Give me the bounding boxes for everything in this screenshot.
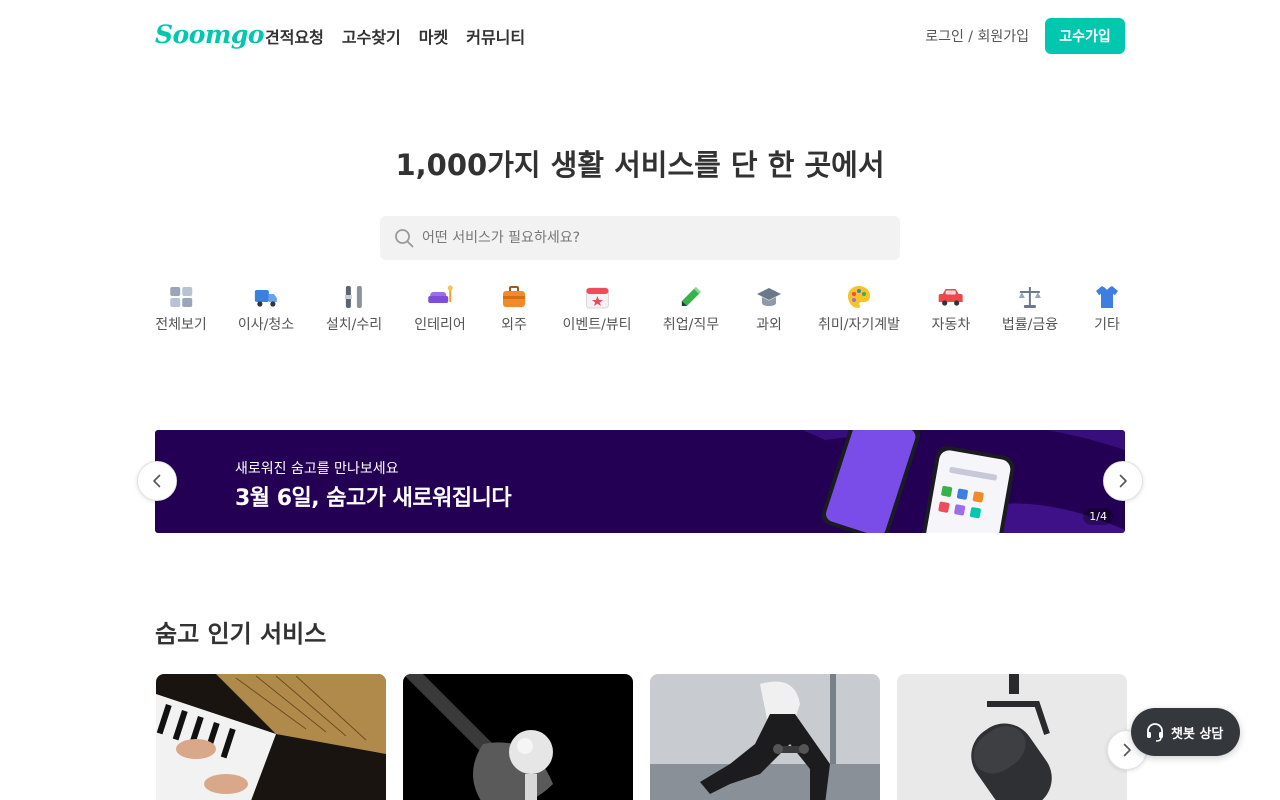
banner-next-button[interactable]: [1103, 461, 1143, 501]
service-card-piano[interactable]: [156, 674, 386, 800]
palette-icon: [848, 286, 870, 308]
chevron-left-icon: [153, 474, 161, 488]
banner-prev-button[interactable]: [137, 461, 177, 501]
category-tutoring[interactable]: 과외: [756, 284, 782, 340]
service-card-golf[interactable]: [403, 674, 633, 800]
golf-photo: [403, 674, 633, 800]
category-label: 전체보기: [155, 317, 207, 333]
briefcase-icon: [503, 286, 525, 307]
chevron-right-icon: [1123, 743, 1131, 757]
category-interior[interactable]: 인테리어: [414, 284, 466, 340]
category-label: 과외: [756, 317, 782, 333]
main-nav: 견적요청 고수찾기 마켓 커뮤니티: [265, 24, 525, 48]
category-label: 이사/청소: [237, 317, 295, 333]
category-etc[interactable]: 기타: [1094, 284, 1120, 340]
promo-banner[interactable]: 새로워진 숨고를 만나보세요 3월 6일, 숨고가 새로워집니다 1/4: [155, 430, 1125, 533]
nav-request-quote[interactable]: 견적요청: [265, 24, 324, 48]
microphone-photo: [897, 674, 1127, 800]
nav-community[interactable]: 커뮤니티: [466, 24, 525, 48]
category-label: 외주: [501, 317, 527, 333]
search-icon: [395, 229, 414, 248]
category-label: 법률/금융: [1001, 317, 1059, 333]
piano-photo: [156, 674, 386, 800]
category-label: 취미/자기계발: [818, 317, 900, 333]
category-label: 기타: [1094, 317, 1120, 333]
pencil-icon: [682, 287, 701, 306]
search-bar[interactable]: [380, 216, 900, 260]
category-hobby[interactable]: 취미/자기계발: [818, 284, 900, 340]
category-moving-cleaning[interactable]: 이사/청소: [238, 284, 294, 340]
banner-counter: 1/4: [1083, 508, 1113, 525]
search-input[interactable]: [422, 216, 882, 260]
category-label: 이벤트/뷰티: [562, 317, 632, 333]
shirt-icon: [1096, 286, 1118, 308]
category-label: 인테리어: [414, 317, 466, 333]
top-header: Soomgo 견적요청 고수찾기 마켓 커뮤니티 로그인 / 회원가입 고수가입: [0, 0, 1280, 72]
car-icon: [938, 289, 963, 306]
category-job[interactable]: 취업/직무: [663, 284, 719, 340]
banner-title: 3월 6일, 숨고가 새로워집니다: [235, 486, 512, 511]
pro-signup-button[interactable]: 고수가입: [1045, 18, 1125, 54]
category-install-repair[interactable]: 설치/수리: [326, 284, 382, 340]
login-signup-link[interactable]: 로그인 / 회원가입: [925, 26, 1029, 46]
tools-icon: [345, 286, 362, 308]
nav-market[interactable]: 마켓: [419, 24, 448, 48]
banner-subtitle: 새로워진 숨고를 만나보세요: [235, 461, 399, 477]
chatbot-label: 챗봇 상담: [1171, 726, 1224, 742]
service-card-microphone[interactable]: [897, 674, 1127, 800]
sofa-icon: [428, 285, 453, 303]
fitness-photo: [650, 674, 880, 800]
calendar-icon: [585, 287, 609, 309]
grid-icon: [170, 287, 192, 307]
hero-title: 1,000가지 생활 서비스를 단 한 곳에서: [395, 148, 885, 182]
graduation-cap-icon: [757, 288, 781, 306]
nav-find-pro[interactable]: 고수찾기: [342, 24, 401, 48]
popular-services-title: 숨고 인기 서비스: [155, 620, 327, 648]
category-car[interactable]: 자동차: [931, 284, 971, 340]
headset-icon: [1147, 723, 1163, 742]
scale-icon: [1019, 287, 1041, 308]
soomgo-logo[interactable]: Soomgo: [155, 20, 265, 49]
category-law-finance[interactable]: 법률/금융: [1002, 284, 1058, 340]
category-list: 전체보기 이사/청소 설치/수리 인테리어 외주 이벤트/뷰티 취업/직무 과외…: [155, 284, 1125, 340]
category-event-beauty[interactable]: 이벤트/뷰티: [562, 284, 632, 340]
category-label: 자동차: [931, 317, 971, 333]
category-outsourcing[interactable]: 외주: [501, 284, 527, 340]
category-all[interactable]: 전체보기: [155, 284, 207, 340]
chatbot-button[interactable]: 챗봇 상담: [1131, 708, 1240, 756]
phone-illustration: [801, 430, 1125, 533]
service-card-fitness[interactable]: [650, 674, 880, 800]
chevron-right-icon: [1119, 474, 1127, 488]
category-label: 취업/직무: [662, 317, 720, 333]
category-label: 설치/수리: [325, 317, 383, 333]
truck-icon: [255, 290, 277, 307]
